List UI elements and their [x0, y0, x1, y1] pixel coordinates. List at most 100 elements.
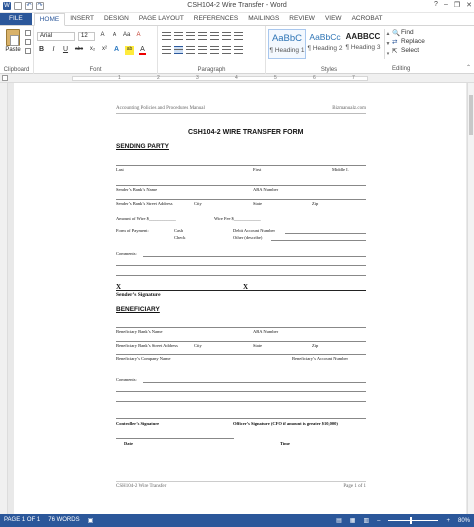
vertical-scrollbar[interactable] [467, 83, 474, 514]
select-button[interactable]: ⇱ Select [392, 47, 425, 55]
comment-line [116, 265, 366, 266]
ruler-number: 1 [118, 75, 121, 81]
style-preview: AABBCC [345, 32, 381, 41]
ben-city-label: City [194, 343, 202, 348]
word-count[interactable]: 76 WORDS [48, 517, 79, 524]
copy-icon[interactable] [25, 39, 31, 45]
align-center-icon[interactable] [174, 46, 183, 54]
tab-selector[interactable] [2, 75, 8, 81]
font-color-button[interactable]: A [139, 46, 146, 55]
web-layout-icon[interactable]: ▥ [363, 517, 369, 524]
sort-icon[interactable] [222, 32, 231, 40]
show-marks-icon[interactable] [234, 32, 243, 40]
italic-button[interactable]: I [50, 46, 57, 55]
ruler-bar[interactable] [72, 76, 368, 81]
strikethrough-button[interactable]: abc [74, 46, 84, 55]
collapse-ribbon-icon[interactable]: ⌃ [466, 64, 471, 71]
clipboard-icon [6, 29, 20, 46]
style-name: ¶ Heading 2 [307, 45, 343, 52]
underline-button[interactable]: U [62, 46, 69, 55]
street-line [116, 199, 366, 200]
bold-button[interactable]: B [38, 46, 45, 55]
font-name-select[interactable]: Arial [37, 32, 75, 41]
zoom-slider[interactable] [388, 517, 439, 524]
paragraph-row-2 [162, 46, 243, 54]
paragraph-group-label: Paragraph [197, 67, 226, 73]
superscript-button[interactable]: x² [101, 46, 108, 55]
shrink-font-button[interactable]: A [111, 32, 118, 38]
ben-state-label: State [253, 343, 262, 348]
tab-page-layout[interactable]: PAGE LAYOUT [134, 13, 189, 25]
print-layout-icon[interactable]: ▦ [350, 517, 356, 524]
header-rule [116, 113, 366, 114]
tab-acrobat[interactable]: ACROBAT [347, 13, 388, 25]
name-line [116, 165, 366, 166]
replace-label: Replace [401, 38, 425, 45]
justify-icon[interactable] [198, 46, 207, 54]
style-heading-3[interactable]: AABBCC ¶ Heading 3 [344, 29, 382, 59]
last-label: Last [116, 167, 124, 172]
font-size-tools: A A Aa A [99, 32, 142, 38]
tab-insert[interactable]: INSERT [65, 13, 99, 25]
numbering-icon[interactable] [174, 32, 183, 40]
ben-comments-label: Comments: [116, 377, 137, 382]
cut-icon[interactable] [25, 30, 31, 36]
window-title: CSH104-2 Wire Transfer - Word [187, 2, 287, 9]
help-button[interactable]: ? [434, 1, 438, 9]
debit-line [285, 233, 366, 234]
fee-label: Wire Fee $____________ [214, 216, 261, 221]
styles-scroll[interactable]: ▲ ▼ ▾ [384, 29, 391, 59]
multilevel-list-icon[interactable] [186, 32, 195, 40]
zoom-level[interactable]: 80% [458, 518, 470, 524]
page-count[interactable]: PAGE 1 OF 1 [4, 517, 40, 524]
clipboard-small-icons [25, 30, 31, 54]
minimize-button[interactable]: – [444, 1, 448, 9]
scroll-thumb[interactable] [469, 95, 473, 135]
style-heading-1[interactable]: AaBbC ¶ Heading 1 [268, 29, 306, 59]
tab-home[interactable]: HOME [33, 13, 66, 26]
ribbon: Paste Clipboard Arial 12 A A Aa A B I U [0, 26, 474, 74]
replace-button[interactable]: ⇄ Replace [392, 38, 425, 46]
ruler-number: 5 [274, 75, 277, 81]
proofing-icon[interactable]: ▣ [88, 517, 94, 524]
tab-design[interactable]: DESIGN [99, 13, 134, 25]
restore-button[interactable]: ❐ [454, 1, 460, 9]
tab-mailings[interactable]: MAILINGS [243, 13, 284, 25]
decrease-indent-icon[interactable] [198, 32, 207, 40]
zoom-in-button[interactable]: + [446, 518, 450, 524]
bullets-icon[interactable] [162, 32, 171, 40]
subscript-button[interactable]: x₂ [89, 46, 96, 55]
tab-file[interactable]: FILE [0, 13, 32, 25]
tab-view[interactable]: VIEW [320, 13, 347, 25]
tab-references[interactable]: REFERENCES [189, 13, 243, 25]
align-right-icon[interactable] [186, 46, 195, 54]
highlight-button[interactable]: ab [125, 46, 134, 55]
replace-icon: ⇄ [392, 39, 398, 46]
styles-gallery: AaBbC ¶ Heading 1 AaBbCc ¶ Heading 2 AAB… [268, 29, 382, 59]
find-button[interactable]: 🔍 Find [392, 29, 425, 37]
state-label: State [253, 201, 262, 206]
document-page[interactable]: Accounting Policies and Procedures Manua… [14, 83, 466, 514]
shading-icon[interactable] [222, 46, 231, 54]
ben-zip-label: Zip [312, 343, 319, 348]
paste-button[interactable]: Paste [3, 29, 23, 53]
borders-icon[interactable] [234, 46, 243, 54]
zoom-out-button[interactable]: – [377, 518, 380, 524]
paste-label: Paste [5, 47, 21, 53]
grow-font-button[interactable]: A [99, 32, 106, 38]
format-painter-icon[interactable] [25, 48, 31, 54]
line-spacing-icon[interactable] [210, 46, 219, 54]
style-heading-2[interactable]: AaBbCc ¶ Heading 2 [306, 29, 344, 59]
change-case-button[interactable]: Aa [123, 32, 130, 38]
close-button[interactable]: ✕ [466, 1, 472, 9]
text-effects-button[interactable]: A [113, 46, 120, 55]
read-mode-icon[interactable]: ▤ [336, 517, 342, 524]
status-bar: PAGE 1 OF 1 76 WORDS ▣ ▤ ▦ ▥ – + 80% [0, 514, 474, 527]
ben-bank-line [116, 327, 366, 328]
increase-indent-icon[interactable] [210, 32, 219, 40]
font-size-select[interactable]: 12 [78, 32, 95, 41]
select-label: Select [401, 47, 420, 54]
align-left-icon[interactable] [162, 46, 171, 54]
tab-review[interactable]: REVIEW [284, 13, 320, 25]
clear-format-button[interactable]: A [135, 32, 142, 38]
